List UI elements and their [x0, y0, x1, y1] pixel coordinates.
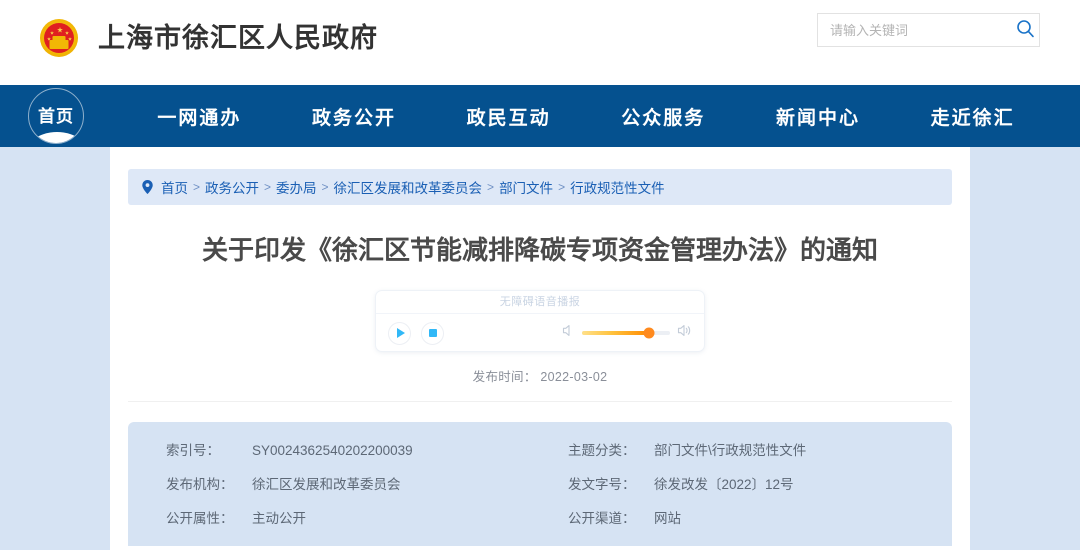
volume-slider[interactable]	[582, 331, 670, 335]
metadata-value: 部门文件\行政规范性文件	[654, 442, 806, 460]
breadcrumb-item-weibanju[interactable]: 委办局	[276, 177, 317, 197]
site-title: 上海市徐汇区人民政府	[98, 17, 378, 59]
metadata-value: SY0024362540202200039	[252, 442, 413, 460]
breadcrumb-item-home[interactable]: 首页	[161, 177, 188, 197]
nav-item-zhengwugongkai[interactable]: 政务公开	[312, 103, 396, 130]
breadcrumb-separator: >	[264, 180, 271, 194]
breadcrumb-separator: >	[322, 180, 329, 194]
volume-slider-thumb[interactable]	[643, 328, 654, 339]
breadcrumb-item-bumenwenjian[interactable]: 部门文件	[499, 177, 553, 197]
metadata-row: 主题分类： 部门文件\行政规范性文件	[568, 442, 952, 460]
search-box[interactable]	[817, 13, 1040, 47]
nav-home-label: 首页	[29, 102, 83, 127]
audio-player-controls	[376, 314, 704, 352]
metadata-value: 徐汇区发展和改革委员会	[252, 476, 401, 494]
metadata-label: 公开属性：	[166, 510, 252, 528]
metadata-row: 公开属性： 主动公开	[166, 510, 540, 528]
wave-decoration	[28, 132, 84, 144]
metadata-label: 发文字号：	[568, 476, 654, 494]
nav-item-zoujinxuhui[interactable]: 走近徐汇	[931, 103, 1015, 130]
brand[interactable]: 上海市徐汇区人民政府	[38, 10, 378, 66]
national-emblem-icon	[38, 17, 80, 59]
metadata-value: 主动公开	[252, 510, 306, 528]
metadata-column-right: 主题分类： 部门文件\行政规范性文件 发文字号： 徐发改发〔2022〕12号 公…	[540, 442, 952, 528]
nav-item-yiwangtongban[interactable]: 一网通办	[157, 103, 241, 130]
nav-item-list: 一网通办 政务公开 政民互动 公众服务 新闻中心 走近徐汇	[84, 103, 1080, 130]
stop-button[interactable]	[421, 322, 444, 345]
breadcrumb-item-current: 行政规范性文件	[570, 177, 665, 197]
nav-item-xinwenzhongxin[interactable]: 新闻中心	[776, 103, 860, 130]
nav-item-zhengminhudong[interactable]: 政民互动	[467, 103, 551, 130]
metadata-row: 发布机构： 徐汇区发展和改革委员会	[166, 476, 540, 494]
breadcrumb-separator: >	[487, 180, 494, 194]
site-header: 上海市徐汇区人民政府	[0, 0, 1080, 85]
content-card: 首页 > 政务公开 > 委办局 > 徐汇区发展和改革委员会 > 部门文件 > 行…	[110, 147, 970, 550]
metadata-label: 索引号：	[166, 442, 252, 460]
play-icon	[397, 328, 405, 338]
metadata-label: 公开渠道：	[568, 510, 654, 528]
metadata-value: 徐发改发〔2022〕12号	[654, 476, 794, 494]
publish-time: 发布时间： 2022-03-02	[110, 366, 970, 385]
stop-icon	[429, 329, 437, 337]
document-metadata-panel: 索引号： SY0024362540202200039 发布机构： 徐汇区发展和改…	[128, 422, 952, 546]
main-navigation: 首页 一网通办 政务公开 政民互动 公众服务 新闻中心 走近徐汇	[0, 85, 1080, 147]
metadata-column-left: 索引号： SY0024362540202200039 发布机构： 徐汇区发展和改…	[128, 442, 540, 528]
metadata-row: 发文字号： 徐发改发〔2022〕12号	[568, 476, 952, 494]
breadcrumb: 首页 > 政务公开 > 委办局 > 徐汇区发展和改革委员会 > 部门文件 > 行…	[128, 169, 952, 205]
page-background: 首页 > 政务公开 > 委办局 > 徐汇区发展和改革委员会 > 部门文件 > 行…	[0, 147, 1080, 550]
breadcrumb-item-fagaiwei[interactable]: 徐汇区发展和改革委员会	[334, 177, 483, 197]
nav-item-gongzhongfuwu[interactable]: 公众服务	[621, 103, 705, 130]
volume-control	[562, 324, 692, 342]
speaker-mute-icon[interactable]	[562, 324, 575, 342]
play-button[interactable]	[388, 322, 411, 345]
search-icon	[1016, 19, 1035, 41]
audio-player-title: 无障碍语音播报	[376, 291, 704, 314]
volume-slider-fill	[582, 331, 649, 335]
metadata-label: 发布机构：	[166, 476, 252, 494]
search-input[interactable]	[818, 14, 1012, 46]
divider	[128, 401, 952, 402]
nav-item-home[interactable]: 首页	[28, 88, 84, 144]
speaker-wave-icon[interactable]	[677, 324, 692, 342]
page-title: 关于印发《徐汇区节能减排降碳专项资金管理办法》的通知	[150, 233, 930, 268]
search-button[interactable]	[1012, 14, 1039, 46]
location-pin-icon	[142, 180, 153, 194]
metadata-value: 网站	[654, 510, 681, 528]
metadata-row: 公开渠道： 网站	[568, 510, 952, 528]
metadata-row: 索引号： SY0024362540202200039	[166, 442, 540, 460]
breadcrumb-item-zhengwugongkai[interactable]: 政务公开	[205, 177, 259, 197]
breadcrumb-separator: >	[193, 180, 200, 194]
audio-player: 无障碍语音播报	[375, 290, 705, 352]
breadcrumb-separator: >	[558, 180, 565, 194]
metadata-label: 主题分类：	[568, 442, 654, 460]
